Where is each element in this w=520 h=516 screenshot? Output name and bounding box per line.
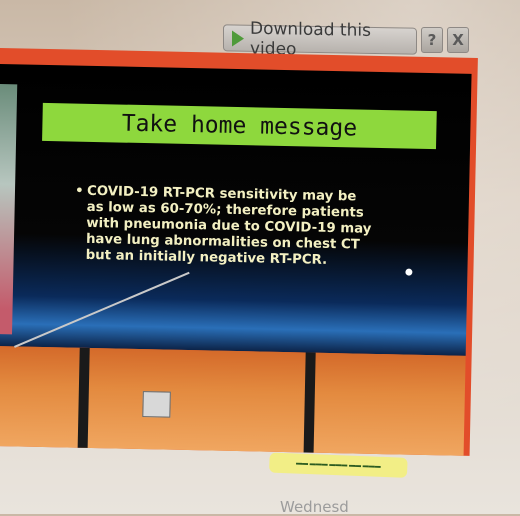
slide-bullet-text: COVID-19 RT-PCR sensitivity may be as lo… bbox=[85, 183, 372, 268]
download-video-button[interactable]: Download this video bbox=[223, 18, 417, 59]
laser-pointer-dot bbox=[405, 268, 413, 276]
taskbar-day-label: Wednesd bbox=[280, 498, 349, 516]
room-background bbox=[0, 345, 466, 456]
bullet-icon: • bbox=[74, 183, 84, 199]
slide-bullet: • COVID-19 RT-PCR sensitivity may be as … bbox=[75, 183, 377, 270]
download-bar: Download this video ? X bbox=[223, 18, 479, 59]
device-icon bbox=[142, 391, 171, 418]
slide-side-strip bbox=[0, 83, 18, 335]
close-button[interactable]: X bbox=[447, 26, 469, 53]
slide-title: Take home message bbox=[121, 110, 358, 142]
channel-watermark: ▬▬ ▬▬▬ ▬▬▬ ▬▬ ▬▬▬ bbox=[269, 452, 408, 478]
video-player[interactable]: Take home message • COVID-19 RT-PCR sens… bbox=[0, 48, 478, 478]
play-icon bbox=[232, 29, 244, 47]
presentation-slide: Take home message • COVID-19 RT-PCR sens… bbox=[0, 63, 472, 356]
help-button[interactable]: ? bbox=[421, 26, 443, 53]
stand-pole bbox=[303, 352, 316, 453]
slide-title-bar: Take home message bbox=[42, 102, 437, 150]
stand-pole bbox=[77, 347, 90, 448]
